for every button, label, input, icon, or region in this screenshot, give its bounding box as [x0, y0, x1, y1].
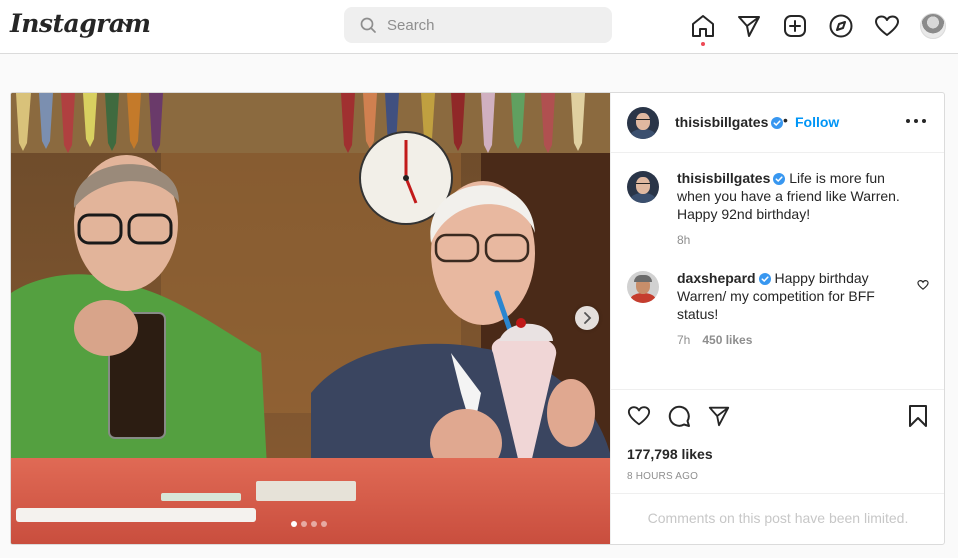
divider [611, 389, 944, 390]
like-heart-icon[interactable] [627, 404, 651, 428]
comment-like-heart-icon[interactable] [917, 279, 929, 291]
comment-text-block: daxshepard Happy birthday Warren/ my com… [677, 269, 917, 323]
caption-time[interactable]: 8h [677, 233, 690, 247]
separator-dot: • [783, 112, 788, 128]
carousel-dot [311, 521, 317, 527]
post-timestamp[interactable]: 8 HOURS AGO [627, 471, 698, 482]
carousel-dot [321, 521, 327, 527]
share-icon[interactable] [707, 404, 731, 428]
hanging-ties-decor [11, 93, 610, 153]
activity-heart-icon[interactable] [874, 13, 900, 39]
home-icon[interactable] [690, 13, 716, 39]
post-photo[interactable] [11, 93, 610, 544]
straw-wrapper [16, 508, 256, 522]
author-avatar[interactable] [627, 107, 659, 139]
post-image [11, 93, 610, 544]
likes-count[interactable]: 177,798 likes [627, 446, 713, 462]
verified-badge-icon [771, 117, 784, 129]
commenter-avatar[interactable] [627, 271, 659, 303]
divider [611, 493, 944, 494]
comment-meta: 7h 450 likes [677, 333, 752, 347]
more-options-icon[interactable] [906, 119, 926, 125]
comment-likes[interactable]: 450 likes [702, 333, 752, 347]
direct-message-icon[interactable] [736, 13, 762, 39]
explore-icon[interactable] [828, 13, 854, 39]
search-icon [360, 17, 376, 33]
carousel-dot [291, 521, 297, 527]
comment-username[interactable]: daxshepard [677, 270, 756, 286]
new-post-icon[interactable] [782, 13, 808, 39]
profile-avatar[interactable] [920, 13, 946, 39]
carousel-dot [301, 521, 307, 527]
follow-button[interactable]: Follow [795, 114, 839, 130]
author-username-row: thisisbillgates [675, 114, 784, 130]
notification-dot [701, 42, 705, 46]
caption-avatar[interactable] [627, 171, 659, 203]
caption-username[interactable]: thisisbillgates [677, 170, 770, 186]
caption-text-block: thisisbillgates Life is more fun when yo… [677, 169, 917, 223]
receipt [256, 481, 356, 501]
search-box[interactable] [344, 7, 612, 43]
post-side-panel: thisisbillgates • Follow thisisbillgates… [610, 93, 944, 544]
chevron-right-icon [584, 312, 592, 324]
save-bookmark-icon[interactable] [907, 404, 929, 428]
top-navigation-bar: Instagram [0, 0, 958, 54]
post-card: thisisbillgates • Follow thisisbillgates… [10, 92, 945, 545]
carousel-dots [291, 521, 327, 527]
post-header: thisisbillgates • Follow [611, 93, 944, 153]
search-input[interactable] [387, 7, 602, 43]
carousel-next-button[interactable] [575, 306, 599, 330]
chevron-down-icon[interactable] [120, 17, 134, 31]
comment-time[interactable]: 7h [677, 333, 690, 347]
verified-badge-icon [758, 273, 771, 285]
comments-limited-notice: Comments on this post have been limited. [647, 510, 909, 526]
verified-badge-icon [773, 173, 786, 185]
comment-icon[interactable] [667, 404, 691, 428]
author-username[interactable]: thisisbillgates [675, 114, 768, 130]
